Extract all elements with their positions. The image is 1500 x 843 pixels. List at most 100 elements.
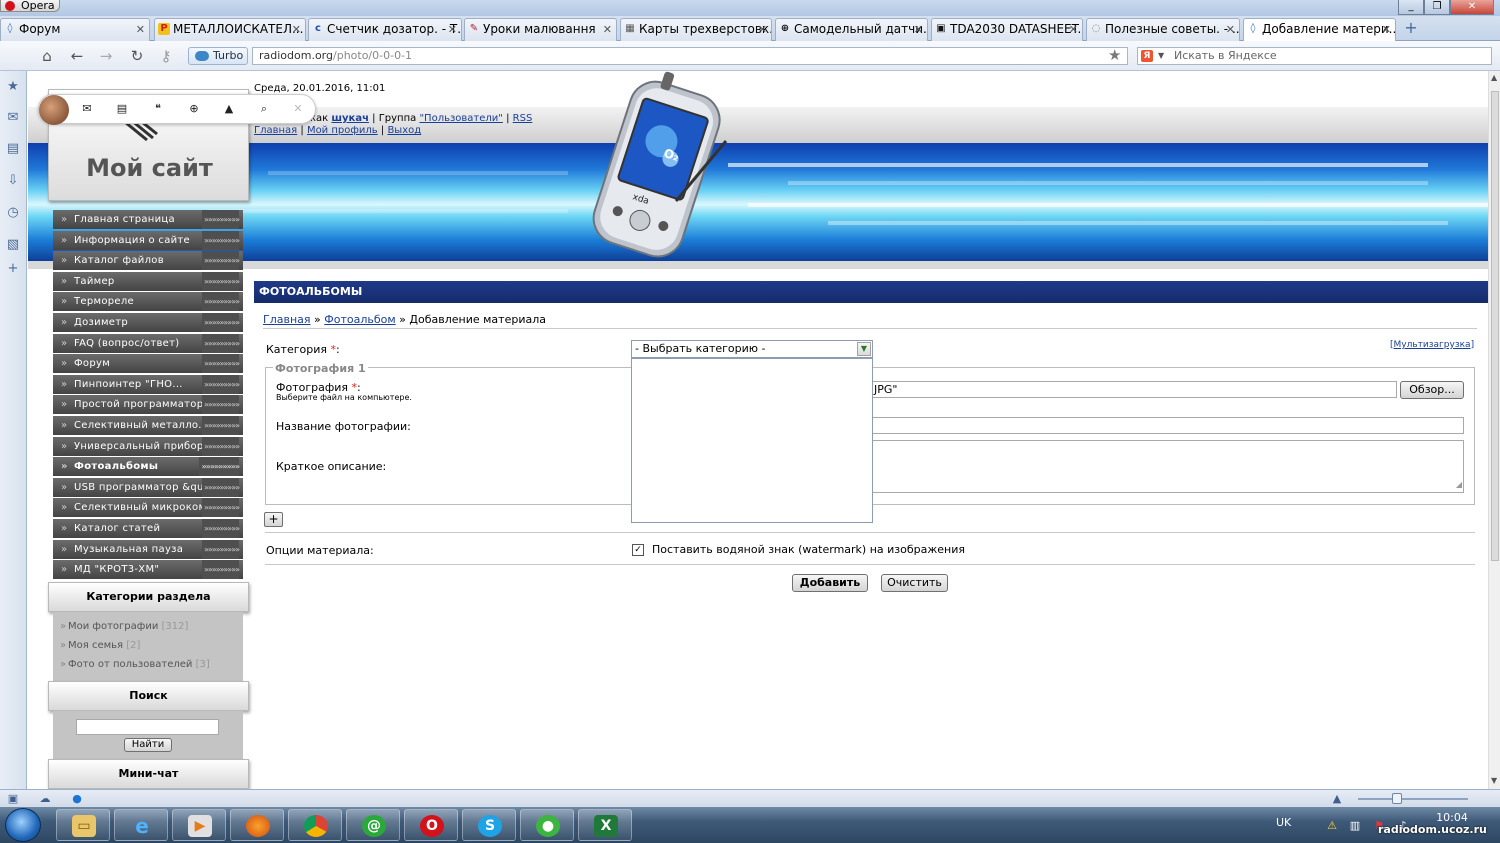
opera-menu-button[interactable]: Opera <box>0 0 60 12</box>
start-button[interactable] <box>5 808 41 842</box>
reset-button[interactable]: Очистить <box>881 574 948 592</box>
taskbar-internet-explorer[interactable]: e <box>114 809 168 841</box>
scroll-thumb[interactable] <box>1491 91 1499 561</box>
tab-homemade-sensor[interactable]: ⊕ Самодельный датчи... ✕ <box>775 18 928 41</box>
search-input[interactable]: Я ▼ Искать в Яндексе <box>1137 47 1492 65</box>
links-page-icon[interactable]: ▧ <box>5 237 21 253</box>
menu-item-timer[interactable]: Таймер »»»»»»»»» <box>53 271 243 291</box>
taskbar-firefox[interactable] <box>230 809 284 841</box>
add-photo-button[interactable]: + <box>264 512 283 527</box>
mail-icon[interactable]: ✉ <box>5 110 21 126</box>
scroll-up-icon[interactable]: ▲ <box>1491 73 1497 82</box>
zoom-slider-track[interactable] <box>1358 798 1468 800</box>
taskbar-excel[interactable]: X <box>578 809 632 841</box>
tab-useful-tips[interactable]: ◌ Полезные советы. - ... ✕ <box>1086 18 1240 41</box>
menu-item-music-pause[interactable]: Музыкальная пауза »»»»»»»»» <box>53 539 243 559</box>
downloads-icon[interactable]: ⇩ <box>5 173 21 189</box>
url-input[interactable]: radiodom.org/photo/0-0-0-1 <box>252 47 1128 65</box>
zoom-slider-knob[interactable] <box>1392 793 1402 804</box>
tab-add-material[interactable]: ◊ Добавление матери... ✕ <box>1243 18 1396 41</box>
tab-metal-detector[interactable]: P МЕТАЛЛОИСКАТЕЛ... ✕ <box>154 18 306 41</box>
menu-item-article-catalog[interactable]: Каталог статей »»»»»»»»» <box>53 518 243 538</box>
taskbar-opera[interactable]: O <box>404 809 458 841</box>
close-icon[interactable]: ✕ <box>291 102 305 116</box>
tab-tda2030[interactable]: ▣ TDA2030 DATASHEET... ✕ <box>931 18 1083 41</box>
tab-close-icon[interactable]: ✕ <box>1069 19 1078 40</box>
scroll-down-icon[interactable]: ▼ <box>1491 776 1497 785</box>
tray-language[interactable]: UK <box>1276 816 1291 829</box>
category-dropdown-list[interactable] <box>631 358 873 523</box>
key-icon[interactable]: ⚷ <box>157 47 175 65</box>
home-icon[interactable]: ⌂ <box>38 47 56 65</box>
messages-icon[interactable]: ✉ <box>80 102 94 116</box>
tab-close-icon[interactable]: ✕ <box>1226 19 1235 40</box>
site-search-input[interactable] <box>76 719 219 735</box>
restore-icon[interactable]: ❐ <box>1424 0 1450 15</box>
submit-button[interactable]: Добавить <box>792 574 868 592</box>
taskbar-green-app[interactable]: ● <box>520 809 574 841</box>
home-link[interactable]: Главная <box>254 125 297 136</box>
history-clock-icon[interactable]: ◷ <box>5 205 21 221</box>
menu-item-simple-programmer[interactable]: Простой программатор...»»»»»»»»» <box>53 395 243 415</box>
search-icon[interactable]: ⌕ <box>257 102 271 116</box>
notes-icon[interactable]: ▤ <box>5 141 21 157</box>
tab-close-icon[interactable]: ✕ <box>603 19 612 40</box>
breadcrumb-home[interactable]: Главная <box>263 313 311 326</box>
turbo-button[interactable]: Turbo <box>188 47 248 65</box>
chat-icon[interactable]: ❝ <box>151 102 165 116</box>
tab-close-icon[interactable]: ✕ <box>292 19 301 40</box>
minimize-icon[interactable]: _ <box>1398 0 1424 15</box>
forward-icon[interactable]: → <box>97 47 115 65</box>
group-link[interactable]: "Пользователи" <box>419 113 502 124</box>
tab-forum[interactable]: ◊ Форум ✕ <box>0 18 150 41</box>
avatar[interactable] <box>39 95 69 125</box>
reload-icon[interactable]: ↻ <box>128 47 146 65</box>
taskbar-mail-agent[interactable]: @ <box>346 809 400 841</box>
browse-button[interactable]: Обзор... <box>1400 381 1464 399</box>
taskbar-media-player[interactable]: ▶ <box>172 809 226 841</box>
category-item[interactable]: Фото от пользователей [3] <box>60 659 210 670</box>
menu-item-faq[interactable]: FAQ (вопрос/ответ) »»»»»»»»» <box>53 333 243 353</box>
add-icon[interactable]: ⊕ <box>187 102 201 116</box>
warning-icon[interactable]: ⚠ <box>1325 819 1339 833</box>
resize-grip-icon[interactable]: ◢ <box>1456 477 1462 492</box>
tab-close-icon[interactable]: ✕ <box>758 19 767 40</box>
menu-item-thermostat[interactable]: Термореле »»»»»»»»» <box>53 292 243 312</box>
add-panel-icon[interactable]: + <box>5 261 21 277</box>
speed-dial-icon[interactable]: ● <box>70 792 84 806</box>
taskbar-explorer[interactable]: ▭ <box>56 809 110 841</box>
chevron-down-icon[interactable]: ▼ <box>857 342 871 356</box>
username-link[interactable]: шукач <box>331 113 369 124</box>
tab-drawing-lessons[interactable]: ✎ Уроки малювання ✕ <box>464 18 617 41</box>
menu-item-universal-device[interactable]: Универсальный прибор...»»»»»»»»» <box>53 436 243 456</box>
back-icon[interactable]: ← <box>68 47 86 65</box>
menu-item-pinpointer[interactable]: Пинпоинтер "ГНО... »»»»»»»»» <box>53 374 243 394</box>
menu-item-file-catalog[interactable]: Каталог файлов »»»»»»»»» <box>53 251 243 271</box>
menu-item-home[interactable]: Главная страница »»»»»»»»» <box>53 210 243 229</box>
chevron-down-icon[interactable]: ▼ <box>1158 48 1164 64</box>
category-item[interactable]: Моя семья [2] <box>60 640 140 651</box>
menu-item-selective-metal[interactable]: Селективный металло...»»»»»»»»» <box>53 415 243 435</box>
logout-link[interactable]: Выход <box>387 125 421 136</box>
menu-item-dosimeter[interactable]: Дозиметр »»»»»»»»» <box>53 312 243 332</box>
taskbar-skype[interactable]: S <box>462 809 516 841</box>
category-item[interactable]: Мои фотографии [312] <box>60 621 188 632</box>
pages-icon[interactable]: ▤ <box>115 102 129 116</box>
breadcrumb-photoalbum[interactable]: Фотоальбом <box>324 313 395 326</box>
rss-link[interactable]: RSS <box>513 113 533 124</box>
tab-close-icon[interactable]: ✕ <box>914 19 923 40</box>
close-window-icon[interactable]: ✕ <box>1450 0 1494 15</box>
category-select[interactable]: - Выбрать категорию - ▼ <box>631 340 873 358</box>
tab-close-icon[interactable]: ✕ <box>136 19 145 40</box>
network-icon[interactable]: ▥ <box>1348 819 1362 833</box>
search-button[interactable]: Найти <box>124 738 172 752</box>
tab-close-icon[interactable]: ✕ <box>1382 19 1391 40</box>
multiupload-link[interactable]: Мультизагрузка <box>1394 340 1471 350</box>
menu-item-photo-albums[interactable]: Фотоальбомы »»»»»»»»» <box>53 457 243 477</box>
new-tab-icon[interactable]: + <box>1401 20 1421 38</box>
tab-close-icon[interactable]: ✕ <box>448 19 457 40</box>
notifications-bell-icon[interactable]: ▲ <box>222 102 236 116</box>
menu-item-selective-micro[interactable]: Селективный микроком...»»»»»»»»» <box>53 498 243 518</box>
bookmarks-star-icon[interactable]: ★ <box>5 79 21 95</box>
tab-counter-dispenser[interactable]: c Счетчик дозатор. - Т... ✕ <box>308 18 462 41</box>
